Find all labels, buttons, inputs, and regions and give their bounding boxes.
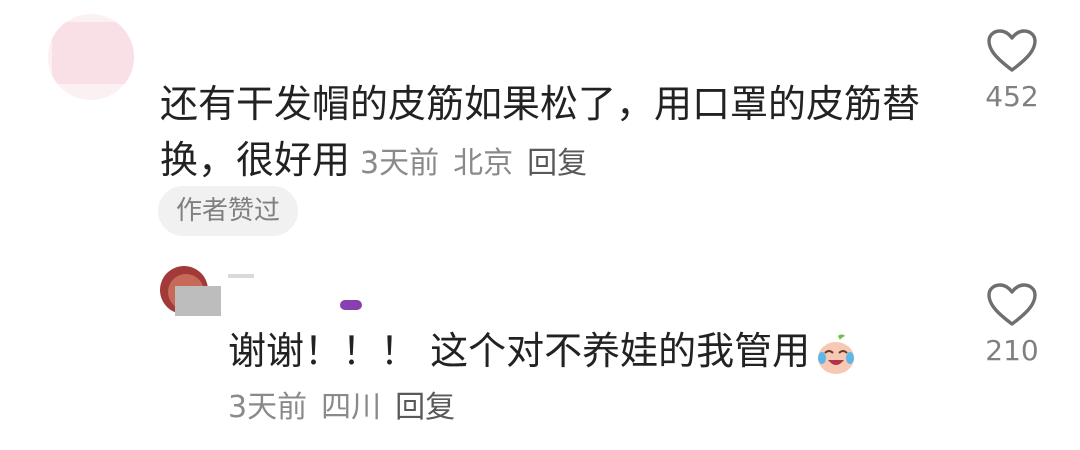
comment-location: 北京 <box>453 146 514 181</box>
comment-time: 3天前 <box>360 146 440 181</box>
reply-text: 谢谢！！！ 这个对不养娃的我管用 <box>228 329 811 373</box>
reply-body[interactable]: 谢谢！！！ 这个对不养娃的我管用 <box>228 326 858 376</box>
like-count: 452 <box>985 80 1039 113</box>
laughing-tears-emoji-icon <box>818 334 855 374</box>
reply-reply-button[interactable]: 回复 <box>395 390 455 425</box>
avatar-detail: ハ ヽ <box>112 89 128 100</box>
reply-like[interactable]: 210 <box>972 282 1052 367</box>
username-fragment <box>228 274 254 278</box>
commenter-avatar[interactable]: ハ ヽ <box>48 14 134 100</box>
reply-time: 3天前 <box>228 390 308 425</box>
author-liked-badge: 作者赞过 <box>158 186 299 236</box>
username-emoji-fragment <box>340 300 362 310</box>
avatar-image <box>52 22 134 84</box>
comment-body[interactable]: 还有干发帽的皮筋如果松了，用口罩的皮筋替换，很好用 3天前 北京 回复 <box>160 76 920 192</box>
comment-like[interactable]: 452 <box>972 28 1052 113</box>
heart-outline-icon[interactable] <box>986 28 1038 74</box>
reply-location: 四川 <box>321 390 382 425</box>
like-count: 210 <box>985 334 1039 367</box>
comment-reply-button[interactable]: 回复 <box>527 146 587 181</box>
heart-outline-icon[interactable] <box>986 282 1038 328</box>
comment-meta: 3天前 北京 回复 <box>360 146 601 181</box>
username-mask <box>175 286 221 316</box>
reply-meta: 3天前 四川 回复 <box>228 388 469 428</box>
